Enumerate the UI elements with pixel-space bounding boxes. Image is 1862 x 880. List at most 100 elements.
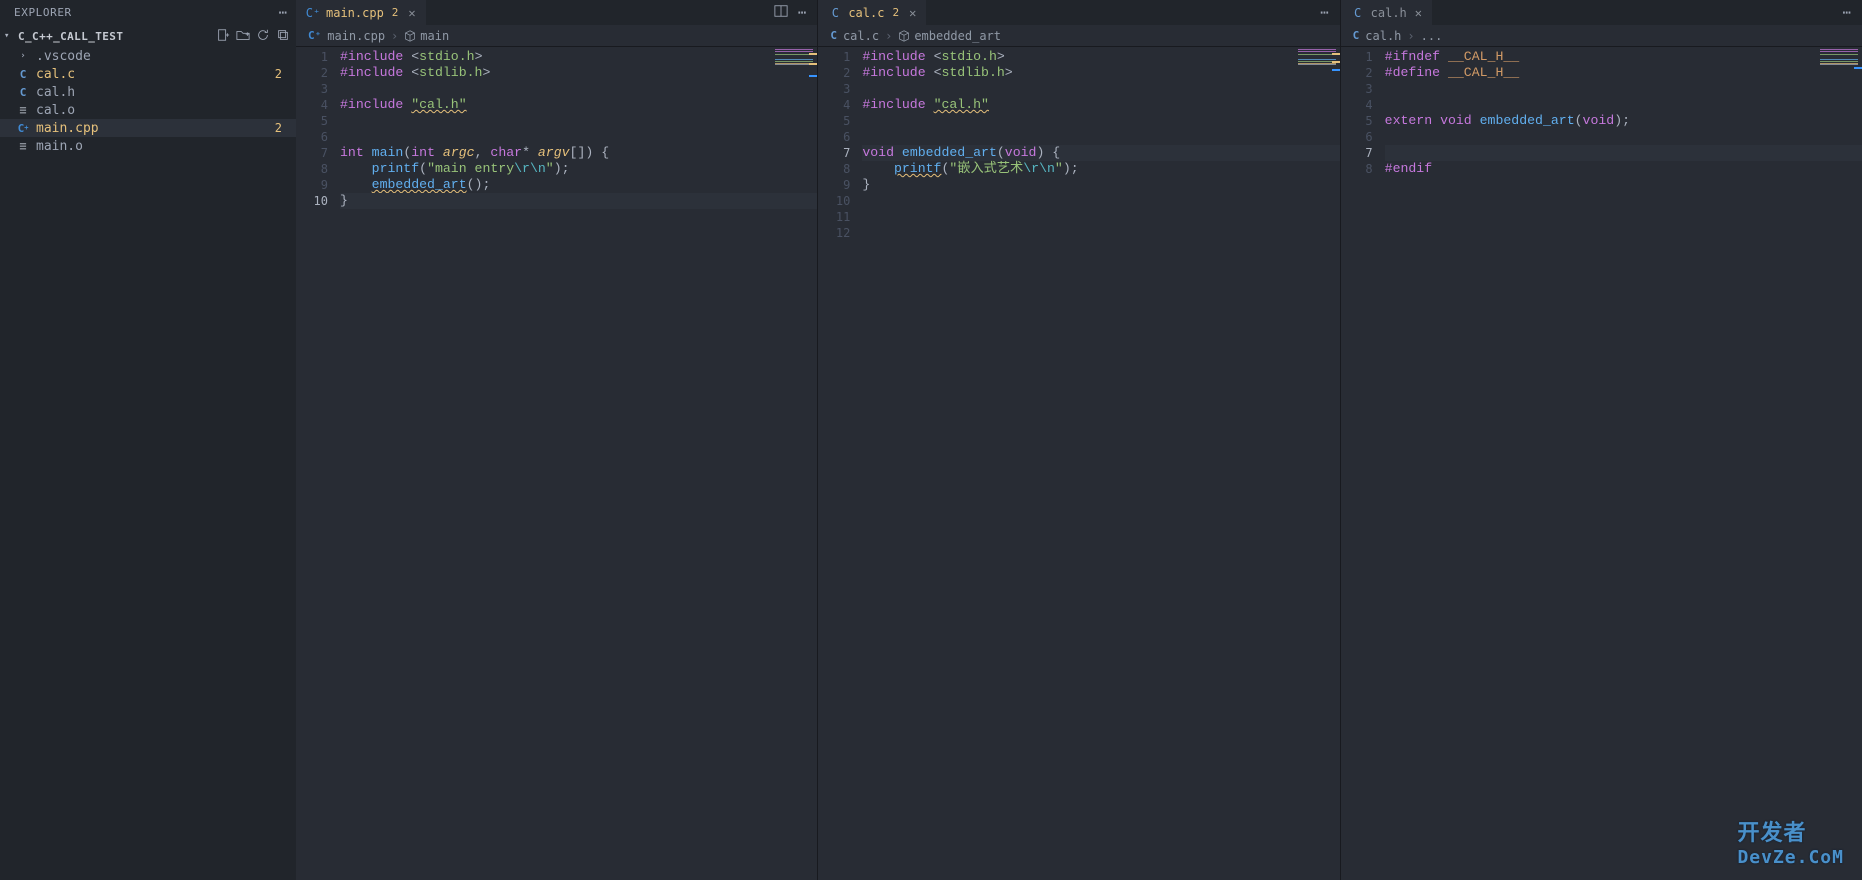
pane-more-icon[interactable]: ⋯ bbox=[1320, 5, 1329, 21]
file-name: cal.o bbox=[36, 103, 75, 118]
file-row[interactable]: ≡main.o bbox=[0, 137, 296, 155]
tab-title: main.cpp bbox=[326, 6, 384, 20]
file-row[interactable]: Ccal.c2 bbox=[0, 65, 296, 83]
symbol-function-icon bbox=[898, 30, 910, 42]
code-line[interactable]: 6 bbox=[818, 129, 1339, 145]
code-text: printf("main entry\r\n"); bbox=[340, 161, 817, 177]
code-line[interactable]: 9} bbox=[818, 177, 1339, 193]
code-line[interactable]: 8 printf("main entry\r\n"); bbox=[296, 161, 817, 177]
tab[interactable]: C⁺main.cpp2✕ bbox=[296, 0, 426, 25]
pane-more-icon[interactable]: ⋯ bbox=[798, 5, 807, 21]
overview-ruler[interactable] bbox=[1852, 47, 1862, 880]
code-line[interactable]: 7int main(int argc, char* argv[]) { bbox=[296, 145, 817, 161]
breadcrumb-symbol[interactable]: ... bbox=[1421, 29, 1443, 43]
tab[interactable]: Ccal.c2✕ bbox=[818, 0, 926, 25]
code-line[interactable]: 2#include <stdlib.h> bbox=[818, 65, 1339, 81]
file-name: main.cpp bbox=[36, 121, 99, 136]
code-line[interactable]: 9 embedded_art(); bbox=[296, 177, 817, 193]
code-line[interactable]: 6 bbox=[296, 129, 817, 145]
code-line[interactable]: 5 bbox=[818, 113, 1339, 129]
overview-ruler[interactable] bbox=[807, 47, 817, 880]
c-file-icon: C bbox=[16, 67, 30, 81]
new-file-icon[interactable] bbox=[216, 28, 230, 45]
breadcrumb-file[interactable]: cal.h bbox=[1365, 29, 1401, 43]
editor-groups: C⁺main.cpp2✕⋯C⁺main.cpp›main1#include <s… bbox=[296, 0, 1862, 880]
breadcrumb-file[interactable]: cal.c bbox=[843, 29, 879, 43]
code-line[interactable]: 5 bbox=[296, 113, 817, 129]
code-line[interactable]: 8 printf("嵌入式艺术\r\n"); bbox=[818, 161, 1339, 177]
file-tree: ›.vscodeCcal.c2Ccal.h ≡ cal.oC+main.cpp2≡m… bbox=[0, 47, 296, 155]
code-text bbox=[862, 225, 1339, 241]
code-line[interactable]: 10} bbox=[296, 193, 817, 209]
code-line[interactable]: 11 bbox=[818, 209, 1339, 225]
file-row[interactable]: C+main.cpp2 bbox=[0, 119, 296, 137]
file-type-icon: C bbox=[830, 29, 837, 42]
code-area[interactable]: 1#include <stdio.h>2#include <stdlib.h>3… bbox=[296, 47, 817, 880]
explorer-more-icon[interactable]: ⋯ bbox=[279, 5, 288, 21]
code-text: printf("嵌入式艺术\r\n"); bbox=[862, 161, 1339, 177]
code-line[interactable]: 1#ifndef __CAL_H__ bbox=[1341, 49, 1862, 65]
code-line[interactable]: 5extern void embedded_art(void); bbox=[1341, 113, 1862, 129]
close-icon[interactable]: ✕ bbox=[1415, 6, 1422, 20]
code-line[interactable]: 3 bbox=[296, 81, 817, 97]
tab[interactable]: Ccal.h✕ bbox=[1341, 0, 1432, 25]
line-number: 8 bbox=[1341, 161, 1385, 177]
file-row[interactable]: Ccal.h bbox=[0, 83, 296, 101]
code-line[interactable]: 3 bbox=[818, 81, 1339, 97]
close-icon[interactable]: ✕ bbox=[909, 6, 916, 20]
file-type-icon: C bbox=[828, 6, 842, 20]
line-number: 8 bbox=[296, 161, 340, 177]
line-number: 5 bbox=[1341, 113, 1385, 129]
code-line[interactable]: 7void embedded_art(void) { bbox=[818, 145, 1339, 161]
new-folder-icon[interactable] bbox=[236, 28, 250, 45]
code-area[interactable]: 1#ifndef __CAL_H__2#define __CAL_H__345e… bbox=[1341, 47, 1862, 880]
code-line[interactable]: 7 bbox=[1341, 145, 1862, 161]
breadcrumb-file[interactable]: main.cpp bbox=[327, 29, 385, 43]
refresh-icon[interactable] bbox=[256, 28, 270, 45]
line-number: 2 bbox=[296, 65, 340, 81]
collapse-all-icon[interactable] bbox=[276, 28, 290, 45]
line-number: 3 bbox=[818, 81, 862, 97]
code-line[interactable]: 2#define __CAL_H__ bbox=[1341, 65, 1862, 81]
tab-bar: Ccal.h✕ ⋯ bbox=[1341, 0, 1862, 25]
code-line[interactable]: 4#include "cal.h" bbox=[296, 97, 817, 113]
code-line[interactable]: 3 bbox=[1341, 81, 1862, 97]
line-number: 9 bbox=[818, 177, 862, 193]
code-line[interactable]: 2#include <stdlib.h> bbox=[296, 65, 817, 81]
code-line[interactable]: 6 bbox=[1341, 129, 1862, 145]
code-text: } bbox=[340, 193, 817, 209]
code-text: extern void embedded_art(void); bbox=[1385, 113, 1862, 129]
code-line[interactable]: 1#include <stdio.h> bbox=[818, 49, 1339, 65]
code-line[interactable]: 4 bbox=[1341, 97, 1862, 113]
code-text bbox=[1385, 145, 1862, 161]
tab-bar: C⁺main.cpp2✕ ⋯ bbox=[296, 0, 817, 25]
code-area[interactable]: 1#include <stdio.h>2#include <stdlib.h>3… bbox=[818, 47, 1339, 880]
close-icon[interactable]: ✕ bbox=[408, 6, 415, 20]
file-icon: ≡ bbox=[16, 103, 30, 117]
breadcrumb-separator: › bbox=[885, 29, 892, 43]
code-text bbox=[340, 81, 817, 97]
breadcrumb-symbol[interactable]: embedded_art bbox=[898, 29, 1001, 43]
code-text bbox=[862, 193, 1339, 209]
file-row[interactable]: ≡ cal.o bbox=[0, 101, 296, 119]
breadcrumb: C⁺main.cpp›main bbox=[296, 25, 817, 47]
line-number: 10 bbox=[818, 193, 862, 209]
line-number: 12 bbox=[818, 225, 862, 241]
breadcrumb-separator: › bbox=[391, 29, 398, 43]
breadcrumb-symbol[interactable]: main bbox=[404, 29, 449, 43]
line-number: 3 bbox=[296, 81, 340, 97]
split-editor-icon[interactable] bbox=[774, 4, 788, 22]
code-line[interactable]: 12 bbox=[818, 225, 1339, 241]
line-number: 4 bbox=[296, 97, 340, 113]
code-line[interactable]: 8#endif bbox=[1341, 161, 1862, 177]
pane-more-icon[interactable]: ⋯ bbox=[1843, 5, 1852, 21]
code-line[interactable]: 4#include "cal.h" bbox=[818, 97, 1339, 113]
code-line[interactable]: 1#include <stdio.h> bbox=[296, 49, 817, 65]
code-line[interactable]: 10 bbox=[818, 193, 1339, 209]
project-header[interactable]: ▾ C_C++_CALL_TEST bbox=[0, 25, 296, 47]
code-text bbox=[1385, 129, 1862, 145]
code-text: #include <stdio.h> bbox=[862, 49, 1339, 65]
file-row[interactable]: ›.vscode bbox=[0, 47, 296, 65]
overview-ruler[interactable] bbox=[1330, 47, 1340, 880]
line-number: 11 bbox=[818, 209, 862, 225]
